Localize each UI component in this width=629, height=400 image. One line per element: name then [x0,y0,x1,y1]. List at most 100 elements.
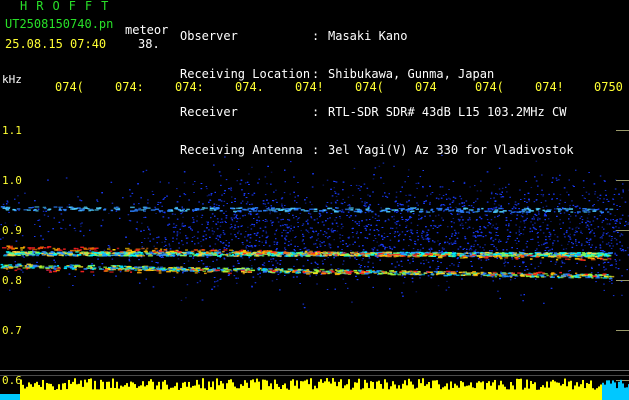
noise-speck [335,217,338,219]
noise-speck [235,277,237,279]
noise-speck [579,207,581,209]
noise-speck [196,215,198,217]
noise-speck [2,237,4,239]
noise-speck [421,232,423,234]
noise-speck [355,233,358,235]
noise-speck [454,242,457,244]
noise-speck [495,223,498,225]
noise-speck [573,234,576,236]
noise-speck [463,202,465,204]
noise-speck [537,236,539,238]
noise-speck [440,205,442,207]
noise-speck [489,208,491,210]
noise-speck [162,211,165,213]
noise-speck [193,192,195,193]
noise-speck [438,198,440,200]
noise-speck [526,240,529,242]
noise-speck [550,221,552,222]
noise-speck [493,203,496,205]
noise-speck [180,299,183,301]
noise-speck [442,219,444,221]
noise-speck [275,260,277,262]
noise-speck [569,236,571,238]
noise-speck [378,219,380,221]
noise-speck [200,245,203,247]
noise-speck [352,236,354,238]
noise-speck [253,224,255,225]
noise-speck [486,219,489,221]
noise-speck [179,195,181,197]
noise-speck [218,235,221,237]
noise-speck [328,245,331,247]
noise-speck [387,218,390,220]
noise-speck [586,241,588,243]
noise-speck [410,231,413,233]
noise-speck [293,191,295,193]
noise-speck [519,221,522,223]
noise-speck [311,186,314,188]
noise-speck [501,187,504,189]
noise-speck [272,258,275,260]
noise-speck [594,235,596,237]
noise-speck [422,260,425,261]
noise-speck [546,224,549,226]
noise-speck [608,223,611,225]
noise-speck [517,203,520,205]
noise-speck [229,252,231,253]
noise-speck [611,238,613,240]
noise-speck [270,183,272,185]
noise-speck [456,237,459,239]
noise-speck [447,226,449,228]
noise-speck [440,204,443,206]
noise-speck [407,230,410,232]
noise-speck [157,262,159,264]
noise-speck [601,213,603,214]
noise-speck [544,242,547,244]
noise-speck [151,260,153,262]
noise-speck [502,208,504,210]
noise-speck [473,202,475,204]
noise-speck [208,194,210,196]
noise-speck [129,220,132,222]
noise-speck [593,216,596,218]
noise-speck [569,215,572,217]
noise-speck [197,231,199,233]
noise-speck [383,232,386,234]
noise-speck [242,215,244,217]
noise-speck [184,225,186,227]
noise-speck [80,225,82,227]
noise-speck [233,228,235,230]
noise-speck [551,198,553,200]
noise-speck [410,222,413,224]
guide-line [0,370,629,371]
noise-speck [276,217,279,219]
noise-speck [271,221,274,223]
noise-speck [242,244,244,245]
noise-speck [588,244,590,246]
noise-speck [622,183,624,185]
noise-speck [350,250,352,252]
noise-speck [310,217,313,219]
noise-speck [514,201,517,203]
noise-speck [327,218,329,220]
noise-speck [474,185,476,187]
noise-speck [393,218,395,220]
noise-speck [609,213,612,215]
noise-speck [454,234,456,236]
noise-speck [479,228,481,230]
noise-speck [525,266,527,267]
noise-speck [567,243,569,245]
noise-speck [276,248,278,250]
noise-speck [288,213,290,214]
noise-speck [543,215,546,217]
noise-speck [412,248,415,250]
noise-speck [581,195,584,197]
noise-speck [175,224,178,226]
noise-speck [265,232,268,234]
noise-speck [233,214,235,216]
noise-speck [297,217,300,219]
noise-speck [230,223,232,225]
noise-speck [498,204,500,206]
noise-speck [311,236,313,238]
noise-speck [469,219,471,221]
